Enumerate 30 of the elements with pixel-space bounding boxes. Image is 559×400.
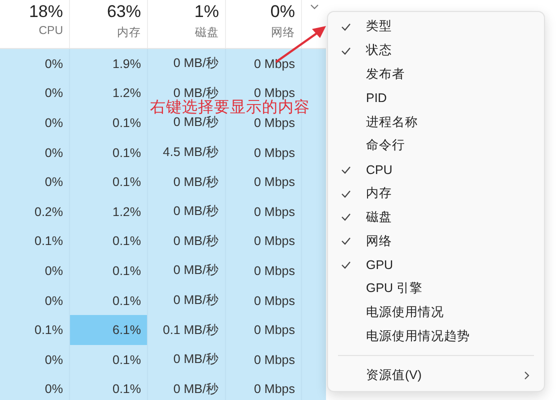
chevron-right-icon (524, 370, 530, 380)
column-header[interactable]: 网络 (271, 25, 295, 40)
menu-item[interactable]: 网络 (328, 229, 544, 253)
menu-item[interactable]: GPU 引擎 (328, 276, 544, 301)
menu-item[interactable]: 发布者 (328, 62, 544, 86)
menu-item[interactable]: 状态 (328, 38, 544, 63)
menu-item[interactable]: 类型 (328, 15, 544, 39)
chevron-icon[interactable] (310, 4, 318, 10)
menu-item[interactable]: CPU (328, 158, 544, 182)
menu-item[interactable]: 磁盘 (328, 205, 544, 230)
table-cell: 0.1% (70, 374, 148, 400)
column-header[interactable]: 磁盘 (195, 25, 219, 40)
column-total: 63% (106, 2, 141, 22)
column-header[interactable]: 内存 (117, 25, 141, 40)
menu-item[interactable]: 资源值(V) (366, 366, 422, 384)
menu-item[interactable]: 电源使用情况 (328, 300, 544, 324)
menu-item[interactable]: 内存 (328, 182, 544, 206)
table-cell: 0 MB/秒 (148, 374, 226, 400)
column-total: 1% (194, 2, 219, 22)
table-cell: 0% (0, 374, 70, 400)
column-total: 18% (28, 2, 63, 22)
menu-item[interactable]: PID (328, 86, 544, 110)
menu-item[interactable]: 电源使用情况趋势 (328, 324, 544, 348)
column-total: 0% (270, 2, 295, 22)
menu-item[interactable]: GPU (328, 252, 544, 277)
column-header[interactable]: CPU (38, 25, 63, 37)
table-cell: 0 Mbps (226, 374, 302, 400)
table-cell: 6.1% (70, 315, 148, 345)
menu-item[interactable]: 进程名称 (328, 110, 544, 134)
menu-item[interactable]: 命令行 (328, 134, 544, 158)
